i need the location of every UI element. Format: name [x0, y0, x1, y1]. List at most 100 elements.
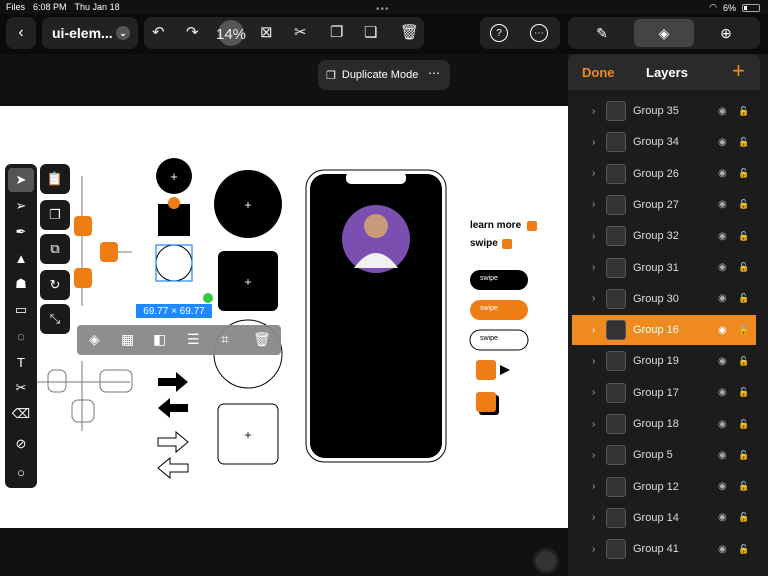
eye-icon[interactable]: ◉ [718, 419, 727, 430]
eye-icon[interactable]: ◉ [718, 199, 727, 210]
lock-icon[interactable]: 🔓 [738, 325, 749, 336]
scissors-icon[interactable]: ✂ [294, 23, 307, 41]
eye-icon[interactable]: ◉ [718, 262, 727, 273]
chevron-right-icon[interactable]: › [592, 481, 595, 492]
layer-row[interactable]: › Group 30 ◉ 🔓 [572, 284, 756, 314]
crop-icon[interactable]: ⌗ [221, 331, 229, 348]
eye-icon[interactable]: ◉ [718, 325, 727, 336]
layer-row[interactable]: › Group 14 ◉ 🔓 [572, 503, 756, 533]
align-icon[interactable]: ☰ [187, 331, 200, 348]
eye-icon[interactable]: ◉ [718, 231, 727, 242]
tab-style[interactable]: ✎ [572, 19, 632, 47]
layer-row[interactable]: › Group 18 ◉ 🔓 [572, 409, 756, 439]
more-icon[interactable]: ⋯ [428, 66, 440, 80]
copy-icon[interactable]: ❐ [330, 23, 343, 41]
eye-icon[interactable]: ◉ [718, 137, 727, 148]
vector-brush-icon[interactable]: ▲ [8, 246, 34, 270]
eye-icon[interactable]: ◉ [718, 356, 727, 367]
lasso-tool-icon[interactable]: ◌ [8, 324, 34, 348]
lock-icon[interactable]: 🔓 [738, 512, 749, 523]
clipboard-icon[interactable]: 📋 [40, 164, 70, 194]
redo-icon[interactable]: ↷ [186, 23, 199, 41]
layer-row[interactable]: › Group 12 ◉ 🔓 [572, 472, 756, 502]
eye-icon[interactable]: ◉ [718, 512, 727, 523]
rotate-icon[interactable]: ↻ [40, 270, 70, 300]
layer-row[interactable]: › Group 19 ◉ 🔓 [572, 346, 756, 376]
shape-builder-icon[interactable]: ☗ [8, 272, 34, 296]
eye-icon[interactable]: ◉ [718, 293, 727, 304]
chevron-right-icon[interactable]: › [592, 199, 595, 210]
layer-row[interactable]: › Group 17 ◉ 🔓 [572, 378, 756, 408]
eye-icon[interactable]: ◉ [718, 168, 727, 179]
lock-icon[interactable]: 🔓 [738, 293, 749, 304]
chevron-right-icon[interactable]: › [592, 293, 595, 304]
scissors-tool-icon[interactable]: ✂ [8, 376, 34, 400]
chevron-right-icon[interactable]: › [592, 106, 595, 117]
layer-row[interactable]: › Group 31 ◉ 🔓 [572, 253, 756, 283]
lock-icon[interactable]: 🔓 [738, 199, 749, 210]
tab-add[interactable]: ⊕ [696, 19, 756, 47]
chevron-right-icon[interactable]: › [592, 137, 595, 148]
layer-row[interactable]: › Group 27 ◉ 🔓 [572, 190, 756, 220]
eye-icon[interactable]: ◉ [718, 106, 727, 117]
eye-icon[interactable]: ◉ [718, 481, 727, 492]
undo-icon[interactable]: ↶ [152, 23, 165, 41]
paste-icon[interactable]: ❏ [364, 23, 377, 41]
scale-icon[interactable]: ⤡ [40, 304, 70, 334]
chevron-right-icon[interactable]: › [592, 450, 595, 461]
lock-icon[interactable]: 🔓 [738, 419, 749, 430]
layer-row[interactable]: › Group 32 ◉ 🔓 [572, 221, 756, 251]
text-tool-icon[interactable]: T [8, 350, 34, 374]
direct-select-tool-icon[interactable]: ➢ [8, 194, 34, 218]
layer-row[interactable]: › Group 26 ◉ 🔓 [572, 159, 756, 189]
layer-row[interactable]: › Group 34 ◉ 🔓 [572, 127, 756, 157]
add-layer-button[interactable]: + [732, 58, 745, 84]
lock-icon[interactable]: 🔓 [738, 262, 749, 273]
layer-row[interactable]: › Group 5 ◉ 🔓 [572, 440, 756, 470]
boolean-icon[interactable]: ◧ [153, 331, 166, 348]
eraser-tool-icon[interactable]: ⌫ [8, 402, 34, 426]
help-icon[interactable]: ? [490, 24, 508, 42]
zoom-indicator[interactable]: 14% [216, 20, 246, 46]
chevron-right-icon[interactable]: › [592, 356, 595, 367]
chevron-right-icon[interactable]: › [592, 262, 595, 273]
lock-icon[interactable]: 🔓 [738, 356, 749, 367]
transform-icon[interactable]: ⧉ [40, 234, 70, 264]
lock-icon[interactable]: 🔓 [738, 168, 749, 179]
lock-icon[interactable]: 🔓 [738, 481, 749, 492]
orange-block[interactable] [74, 268, 92, 288]
eye-icon[interactable]: ◉ [718, 450, 727, 461]
stroke-color-icon[interactable]: ○ [8, 460, 34, 484]
chevron-right-icon[interactable]: › [592, 419, 595, 430]
rectangle-tool-icon[interactable]: ▭ [8, 298, 34, 322]
chevron-right-icon[interactable]: › [592, 512, 595, 523]
layer-row[interactable]: › Group 16 ◉ 🔓 [572, 315, 756, 346]
eye-icon[interactable]: ◉ [718, 387, 727, 398]
checkerboard-icon[interactable]: ▦ [121, 331, 134, 348]
layers-icon[interactable]: ◈ [89, 331, 100, 348]
lock-icon[interactable]: 🔓 [738, 106, 749, 117]
lock-icon[interactable]: 🔓 [738, 387, 749, 398]
lock-icon[interactable]: 🔓 [738, 544, 749, 555]
layer-row[interactable]: › Group 35 ◉ 🔓 [572, 96, 756, 126]
chevron-right-icon[interactable]: › [592, 325, 595, 336]
document-title-button[interactable]: ui-elem... ⌄ [42, 17, 138, 49]
chevron-right-icon[interactable]: › [592, 387, 595, 398]
chevron-right-icon[interactable]: › [592, 231, 595, 242]
pen-tool-icon[interactable]: ✒ [8, 220, 34, 244]
orange-block[interactable] [100, 242, 118, 262]
lock-icon[interactable]: 🔓 [738, 231, 749, 242]
trash-icon[interactable]: 🗑 [253, 331, 271, 348]
lock-icon[interactable]: 🔓 [738, 450, 749, 461]
select-tool-icon[interactable]: ➤ [8, 168, 34, 192]
chevron-right-icon[interactable]: › [592, 168, 595, 179]
duplicate-mode-pill[interactable]: ❐ Duplicate Mode ⋯ [318, 60, 450, 90]
fill-none-icon[interactable]: ⊘ [8, 432, 34, 456]
back-button[interactable]: ‹ [6, 17, 36, 49]
trash-icon[interactable]: 🗑 [400, 23, 419, 41]
eye-icon[interactable]: ◉ [718, 544, 727, 555]
lock-icon[interactable]: 🔓 [738, 137, 749, 148]
home-button[interactable] [533, 548, 559, 574]
deselect-icon[interactable]: ⊠ [260, 23, 273, 41]
chevron-right-icon[interactable]: › [592, 544, 595, 555]
